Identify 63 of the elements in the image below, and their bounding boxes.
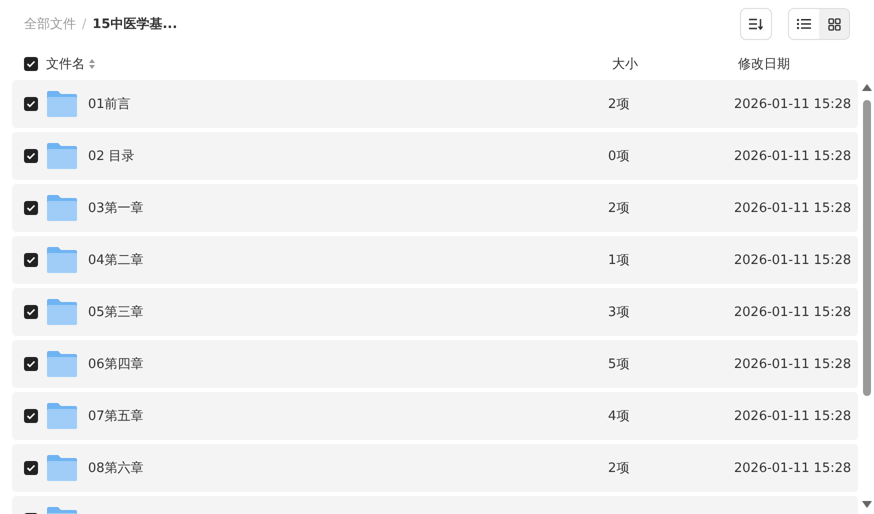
checkbox[interactable] xyxy=(24,253,38,267)
checkbox[interactable] xyxy=(24,409,38,423)
item-count: 2项 xyxy=(608,97,630,112)
modified-date: 2026-01-11 15:28 xyxy=(734,304,852,320)
column-header[interactable]: 文件名 xyxy=(46,55,85,73)
file-row[interactable]: 06第四章 5项 2026-01-11 15:28 xyxy=(12,340,858,388)
column-header: 修改日期 xyxy=(738,56,790,73)
checkbox[interactable] xyxy=(24,461,38,475)
folder-icon xyxy=(47,91,77,117)
modified-date: 2026-01-11 15:28 xyxy=(734,408,852,424)
scroll-down-icon[interactable] xyxy=(862,501,872,508)
file-name: 01前言 xyxy=(88,97,131,112)
column-header: 大小 xyxy=(612,57,638,72)
file-row[interactable]: 01前言 2项 2026-01-11 15:28 xyxy=(12,80,858,128)
checkbox[interactable] xyxy=(24,357,38,371)
file-row[interactable]: 02 目录 0项 2026-01-11 15:28 xyxy=(12,132,858,180)
folder-icon xyxy=(47,299,77,325)
sort-icon xyxy=(749,18,763,30)
list-view-icon xyxy=(797,18,811,30)
scroll-up-icon[interactable] xyxy=(862,84,872,91)
folder-icon xyxy=(47,247,77,273)
file-row[interactable]: 04第二章 1项 2026-01-11 15:28 xyxy=(12,236,858,284)
folder-icon xyxy=(47,403,77,429)
checkbox[interactable] xyxy=(24,57,38,71)
modified-date: 2026-01-11 15:28 xyxy=(734,252,852,268)
modified-date: 2026-01-11 15:28 xyxy=(734,460,852,476)
file-name: 07第五章 xyxy=(88,409,144,424)
breadcrumb-item[interactable]: 15中医学基... xyxy=(92,15,178,33)
item-count: 1项 xyxy=(608,253,630,268)
file-row[interactable]: 07第五章 4项 2026-01-11 15:28 xyxy=(12,392,858,440)
item-count: 2项 xyxy=(608,201,630,216)
item-count: 3项 xyxy=(608,305,630,320)
file-row[interactable]: 08第六章 2项 2026-01-11 15:28 xyxy=(12,444,858,492)
file-name: 08第六章 xyxy=(88,461,144,476)
checkbox[interactable] xyxy=(24,149,38,163)
sort-button[interactable] xyxy=(740,8,772,40)
file-name: 03第一章 xyxy=(88,201,144,216)
file-row[interactable]: 05第三章 3项 2026-01-11 15:28 xyxy=(12,288,858,336)
folder-icon xyxy=(47,351,77,377)
item-count: 0项 xyxy=(608,149,630,164)
modified-date: 2026-01-11 15:28 xyxy=(734,96,852,112)
checkbox[interactable] xyxy=(24,97,38,111)
item-count: 2项 xyxy=(608,461,630,476)
list-view-button[interactable] xyxy=(789,9,819,39)
folder-icon xyxy=(47,143,77,169)
modified-date: 2026-01-11 15:28 xyxy=(734,148,852,164)
item-count: 4项 xyxy=(608,409,630,424)
checkbox[interactable] xyxy=(24,201,38,215)
sort-icon[interactable] xyxy=(89,59,95,69)
file-name: 04第二章 xyxy=(88,253,144,268)
file-name: 02 目录 xyxy=(88,149,135,164)
folder-icon xyxy=(47,195,77,221)
scrollbar-thumb[interactable] xyxy=(863,100,871,396)
grid-view-icon xyxy=(828,18,840,30)
modified-date: 2026-01-11 15:28 xyxy=(734,356,852,372)
item-count: 5项 xyxy=(608,357,630,372)
file-row[interactable]: 03第一章 2项 2026-01-11 15:28 xyxy=(12,184,858,232)
folder-icon xyxy=(47,455,77,481)
checkbox[interactable] xyxy=(24,305,38,319)
file-name: 05第三章 xyxy=(88,305,144,320)
file-name: 06第四章 xyxy=(88,357,144,372)
breadcrumb-separator: / xyxy=(82,16,86,32)
modified-date: 2026-01-11 15:28 xyxy=(734,200,852,216)
